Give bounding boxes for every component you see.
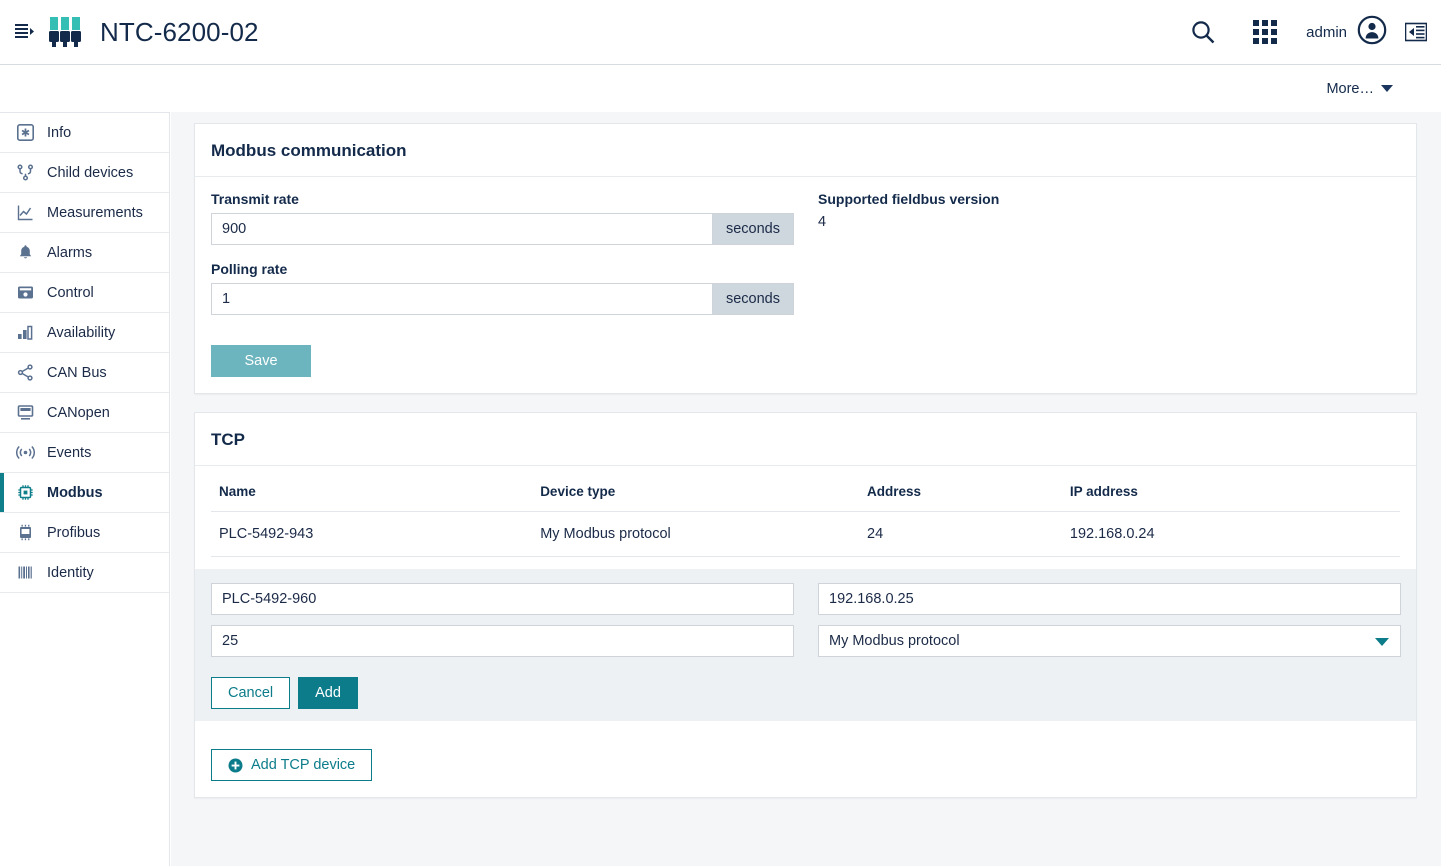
sidebar-item-label: Events — [47, 444, 92, 461]
bar-chart-icon — [14, 323, 36, 343]
sidebar-item-label: Child devices — [47, 164, 134, 181]
sub-header: More… — [0, 65, 1441, 112]
top-header: NTC-6200-02 admin — [0, 0, 1441, 65]
sidebar-item-label: Profibus — [47, 524, 101, 541]
sidebar-item-label: Control — [47, 284, 94, 301]
add-button[interactable]: Add — [298, 677, 358, 709]
cell-name: PLC-5492-943 — [211, 511, 533, 557]
table-header-row: Name Device type Address IP address — [211, 480, 1400, 512]
card-header: Modbus communication — [195, 124, 1416, 177]
fieldbus-version-label: Supported fieldbus version — [818, 191, 1000, 207]
more-label: More… — [1326, 80, 1374, 97]
new-device-name-input[interactable] — [211, 583, 794, 615]
sidebar-item-label: CAN Bus — [47, 364, 107, 381]
cell-address: 24 — [859, 511, 1062, 557]
device-connectors-logo — [46, 12, 86, 52]
new-device-ip-input[interactable] — [818, 583, 1401, 615]
sidebar-item-label: Info — [47, 124, 72, 141]
sidebar-item-label: Modbus — [47, 484, 103, 501]
bell-icon — [14, 243, 36, 263]
card-title: Modbus communication — [211, 141, 407, 160]
column-header-name: Name — [211, 480, 533, 512]
sidebar-item-modbus[interactable]: Modbus — [0, 473, 169, 513]
sidebar-item-child-devices[interactable]: Child devices — [0, 153, 169, 193]
sidebar-item-label: Measurements — [47, 204, 143, 221]
add-tcp-device-wrap: Add TCP device — [195, 737, 1416, 797]
sidebar-item-events[interactable]: Events — [0, 433, 169, 473]
svg-text:✱: ✱ — [20, 127, 29, 140]
sidebar-item-label: Identity — [47, 564, 94, 581]
polling-rate-unit: seconds — [712, 283, 794, 315]
cell-ip-address: 192.168.0.24 — [1061, 511, 1400, 557]
chip-square-icon — [14, 523, 36, 543]
sidebar-nav: ✱ Info Child devices Measurements Alarms — [0, 112, 170, 866]
column-header-device-type: Device type — [532, 480, 860, 512]
page-title: NTC-6200-02 — [100, 16, 259, 47]
user-name: admin — [1306, 23, 1347, 41]
card-body: Transmit rate seconds Polling rate secon… — [195, 177, 1416, 393]
fieldbus-version-value: 4 — [818, 214, 827, 230]
plus-circle-icon — [228, 758, 243, 773]
transmit-rate-input[interactable] — [211, 213, 713, 245]
card-header: TCP — [195, 413, 1416, 466]
new-tcp-device-form: Cancel Add — [195, 569, 1416, 721]
save-button[interactable]: Save — [211, 345, 311, 377]
transmit-rate-field: Transmit rate seconds — [211, 191, 794, 245]
info-asterisk-icon: ✱ — [14, 123, 36, 143]
line-chart-icon — [14, 203, 36, 223]
polling-rate-input[interactable] — [211, 283, 713, 315]
sidebar-item-canopen[interactable]: CANopen — [0, 393, 169, 433]
polling-rate-label: Polling rate — [211, 261, 288, 277]
tcp-device-table: Name Device type Address IP address PLC-… — [211, 480, 1400, 557]
control-panel-icon — [14, 283, 36, 303]
user-avatar-icon — [1357, 15, 1387, 50]
column-header-address: Address — [859, 480, 1062, 512]
column-header-ip-address: IP address — [1061, 480, 1400, 512]
share-nodes-icon — [14, 363, 36, 383]
card-title: TCP — [211, 430, 245, 449]
barcode-icon — [14, 563, 36, 583]
app-grid-icon[interactable] — [1234, 0, 1296, 64]
sidebar-item-control[interactable]: Control — [0, 273, 169, 313]
chevron-down-icon — [1381, 85, 1393, 92]
polling-rate-field: Polling rate seconds — [211, 261, 794, 315]
sidebar-item-can-bus[interactable]: CAN Bus — [0, 353, 169, 393]
sidebar-item-label: Availability — [47, 324, 116, 341]
broadcast-icon — [14, 443, 36, 463]
new-device-address-input[interactable] — [211, 625, 794, 657]
chip-icon — [14, 483, 36, 503]
sidebar-item-availability[interactable]: Availability — [0, 313, 169, 353]
add-tcp-device-label: Add TCP device — [251, 757, 356, 773]
right-panel-toggle-icon[interactable] — [1391, 0, 1441, 64]
add-tcp-device-button[interactable]: Add TCP device — [211, 749, 373, 781]
table-row[interactable]: PLC-5492-943 My Modbus protocol 24 192.1… — [211, 511, 1400, 557]
new-device-type-select-wrap — [818, 625, 1401, 657]
menu-collapse-icon[interactable] — [8, 16, 40, 48]
more-dropdown[interactable]: More… — [1326, 81, 1393, 97]
sidebar-item-alarms[interactable]: Alarms — [0, 233, 169, 273]
sidebar-item-profibus[interactable]: Profibus — [0, 513, 169, 553]
modbus-communication-card: Modbus communication Transmit rate secon… — [194, 123, 1417, 394]
monitor-icon — [14, 403, 36, 423]
hierarchy-icon — [14, 163, 36, 183]
cell-device-type: My Modbus protocol — [532, 511, 860, 557]
user-menu[interactable]: admin — [1296, 15, 1391, 50]
card-body: Name Device type Address IP address PLC-… — [195, 466, 1416, 737]
fieldbus-version-field: Supported fieldbus version 4 — [818, 191, 1400, 230]
transmit-rate-unit: seconds — [712, 213, 794, 245]
tcp-card: TCP Name Device type Address IP address … — [194, 412, 1417, 798]
main-content: Modbus communication Transmit rate secon… — [171, 112, 1441, 866]
header-actions: admin — [1172, 0, 1441, 64]
sidebar-item-label: Alarms — [47, 244, 93, 261]
cancel-button[interactable]: Cancel — [211, 677, 291, 709]
sidebar-item-identity[interactable]: Identity — [0, 553, 169, 593]
transmit-rate-label: Transmit rate — [211, 191, 299, 207]
search-icon[interactable] — [1172, 0, 1234, 64]
sidebar-item-measurements[interactable]: Measurements — [0, 193, 169, 233]
sidebar-item-info[interactable]: ✱ Info — [0, 113, 169, 153]
sidebar-item-label: CANopen — [47, 404, 110, 421]
new-device-type-select[interactable] — [818, 625, 1401, 657]
